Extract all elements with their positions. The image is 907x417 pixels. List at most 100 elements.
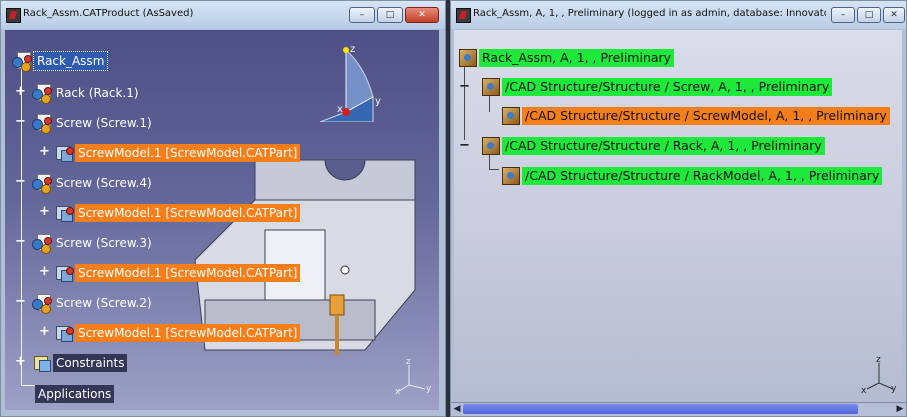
tree-node-label: Screw (Screw.4) [56, 176, 152, 190]
product-icon [31, 233, 53, 254]
collapse-icon[interactable]: − [15, 175, 26, 188]
product-icon [31, 173, 53, 194]
part-icon [53, 143, 75, 163]
close-icon: ✕ [890, 10, 898, 20]
innovator-window: Rack_Assm, A, 1, , Preliminary (logged i… [450, 0, 907, 417]
collapse-icon[interactable]: − [459, 139, 470, 152]
innovator-item-icon [500, 166, 522, 186]
mini-z-label: z [406, 357, 411, 367]
tree-node-label: Applications [35, 385, 115, 403]
mini-x-label: x [861, 386, 867, 395]
part-icon [53, 263, 75, 283]
expand-icon[interactable]: + [15, 355, 26, 368]
structure-node-rack-assm[interactable]: Rack_Assm, A, 1, , Preliminary [457, 48, 675, 68]
catia-app-icon [6, 8, 21, 23]
structure-node-label: /CAD Structure/Structure / ScrewModel, A… [522, 107, 890, 125]
mini-x-label: x [395, 387, 401, 395]
compass-z-label: z [350, 44, 355, 55]
innovator-window-title: Rack_Assm, A, 1, , Preliminary (logged i… [473, 8, 826, 19]
catia-window: Rack_Assm.CATProduct (AsSaved) – □ ✕ z x [0, 0, 446, 417]
expand-icon[interactable]: + [39, 205, 50, 218]
scrollbar-thumb[interactable] [463, 404, 858, 414]
tree-node-screw-2[interactable]: Screw (Screw.2) [31, 293, 155, 314]
innovator-item-icon [500, 106, 522, 126]
tree-node-label: ScrewModel.1 [ScrewModel.CATPart] [75, 324, 301, 342]
tree-node-screw-3[interactable]: Screw (Screw.3) [31, 233, 155, 254]
structure-node-label: /CAD Structure/Structure / Screw, A, 1, … [502, 78, 833, 96]
structure-node-label: /CAD Structure/Structure / RackModel, A,… [522, 167, 883, 185]
mini-y-label: y [426, 384, 432, 394]
tree-node-screw-4[interactable]: Screw (Screw.4) [31, 173, 155, 194]
innovator-item-icon [480, 77, 502, 97]
expand-icon[interactable]: + [39, 325, 50, 338]
collapse-icon[interactable]: − [15, 235, 26, 248]
tree-node-root[interactable]: Rack_Assm [11, 51, 109, 72]
part-icon [53, 203, 75, 223]
product-icon [11, 51, 33, 72]
mini-z-label: z [876, 355, 881, 365]
compass-y-label: y [375, 96, 381, 107]
collapse-icon[interactable]: − [459, 80, 470, 93]
tree-node-screw-1[interactable]: Screw (Screw.1) [31, 113, 155, 134]
tree-node-label: Rack_Assm [33, 51, 109, 71]
tree-node-applications[interactable]: Applications [35, 385, 115, 403]
structure-node-label: Rack_Assm, A, 1, , Preliminary [479, 49, 675, 67]
product-icon [31, 113, 53, 134]
structure-node-rack[interactable]: /CAD Structure/Structure / Rack, A, 1, ,… [480, 136, 825, 156]
tree-node-label: ScrewModel.1 [ScrewModel.CATPart] [75, 144, 301, 162]
tree-node-screwmodel-1[interactable]: ScrewModel.1 [ScrewModel.CATPart] [53, 143, 301, 163]
scroll-left-icon[interactable]: ◀ [451, 403, 463, 415]
catia-3d-viewport[interactable]: z x y Rack_Assm + Rack (Rack.1) − Screw … [5, 30, 439, 410]
minimize-button[interactable]: – [349, 7, 375, 23]
expand-icon[interactable]: + [39, 145, 50, 158]
minimize-button[interactable]: – [831, 7, 855, 23]
horizontal-scrollbar[interactable]: ◀ ▶ [451, 402, 906, 416]
tree-node-screwmodel-3[interactable]: ScrewModel.1 [ScrewModel.CATPart] [53, 263, 301, 283]
collapse-icon[interactable]: − [15, 115, 26, 128]
tree-node-rack[interactable]: Rack (Rack.1) [31, 83, 142, 104]
expand-icon[interactable]: + [39, 265, 50, 278]
tree-node-screwmodel-2[interactable]: ScrewModel.1 [ScrewModel.CATPart] [53, 323, 301, 343]
maximize-button[interactable]: □ [857, 7, 881, 23]
expand-icon[interactable]: + [15, 85, 26, 98]
tree-connector [489, 169, 499, 170]
constraints-icon [31, 353, 53, 373]
innovator-item-icon [480, 136, 502, 156]
tree-node-constraints[interactable]: Constraints [31, 353, 128, 373]
tree-connector [464, 60, 465, 140]
close-icon: ✕ [418, 10, 426, 20]
minimize-icon: – [359, 10, 365, 20]
scroll-right-icon[interactable]: ▶ [894, 403, 906, 415]
tree-node-label: Constraints [53, 354, 128, 372]
maximize-icon: □ [385, 10, 395, 20]
tree-node-label: Rack (Rack.1) [56, 86, 139, 100]
close-button[interactable]: ✕ [883, 7, 905, 23]
close-button[interactable]: ✕ [405, 7, 439, 23]
catia-titlebar[interactable]: Rack_Assm.CATProduct (AsSaved) – □ ✕ [1, 1, 445, 29]
compass-widget[interactable]: z x y [315, 42, 385, 122]
minimize-icon: – [840, 10, 846, 20]
innovator-structure-viewport[interactable]: Rack_Assm, A, 1, , Preliminary − /CAD St… [454, 30, 902, 408]
tree-node-label: ScrewModel.1 [ScrewModel.CATPart] [75, 264, 301, 282]
maximize-button[interactable]: □ [377, 7, 403, 23]
innovator-item-icon [457, 48, 479, 68]
tree-node-screwmodel-4[interactable]: ScrewModel.1 [ScrewModel.CATPart] [53, 203, 301, 223]
compass-x-label: x [337, 104, 343, 115]
collapse-icon[interactable]: − [15, 295, 26, 308]
structure-node-screw[interactable]: /CAD Structure/Structure / Screw, A, 1, … [480, 77, 833, 97]
mini-y-label: y [891, 384, 897, 394]
tree-node-label: Screw (Screw.3) [56, 236, 152, 250]
structure-node-screwmodel[interactable]: /CAD Structure/Structure / ScrewModel, A… [500, 106, 890, 126]
tree-node-label: ScrewModel.1 [ScrewModel.CATPart] [75, 204, 301, 222]
axis-triad-icon: z x y [861, 355, 897, 395]
tree-connector [21, 385, 35, 386]
tree-connector [21, 65, 22, 385]
structure-node-rackmodel[interactable]: /CAD Structure/Structure / RackModel, A,… [500, 166, 883, 186]
catia-window-title: Rack_Assm.CATProduct (AsSaved) [23, 8, 194, 19]
part-icon [53, 323, 75, 343]
axis-triad-icon: z x y [395, 357, 432, 395]
product-icon [31, 293, 53, 314]
maximize-icon: □ [864, 10, 874, 20]
innovator-titlebar[interactable]: Rack_Assm, A, 1, , Preliminary (logged i… [451, 1, 906, 29]
tree-node-label: Screw (Screw.1) [56, 116, 152, 130]
